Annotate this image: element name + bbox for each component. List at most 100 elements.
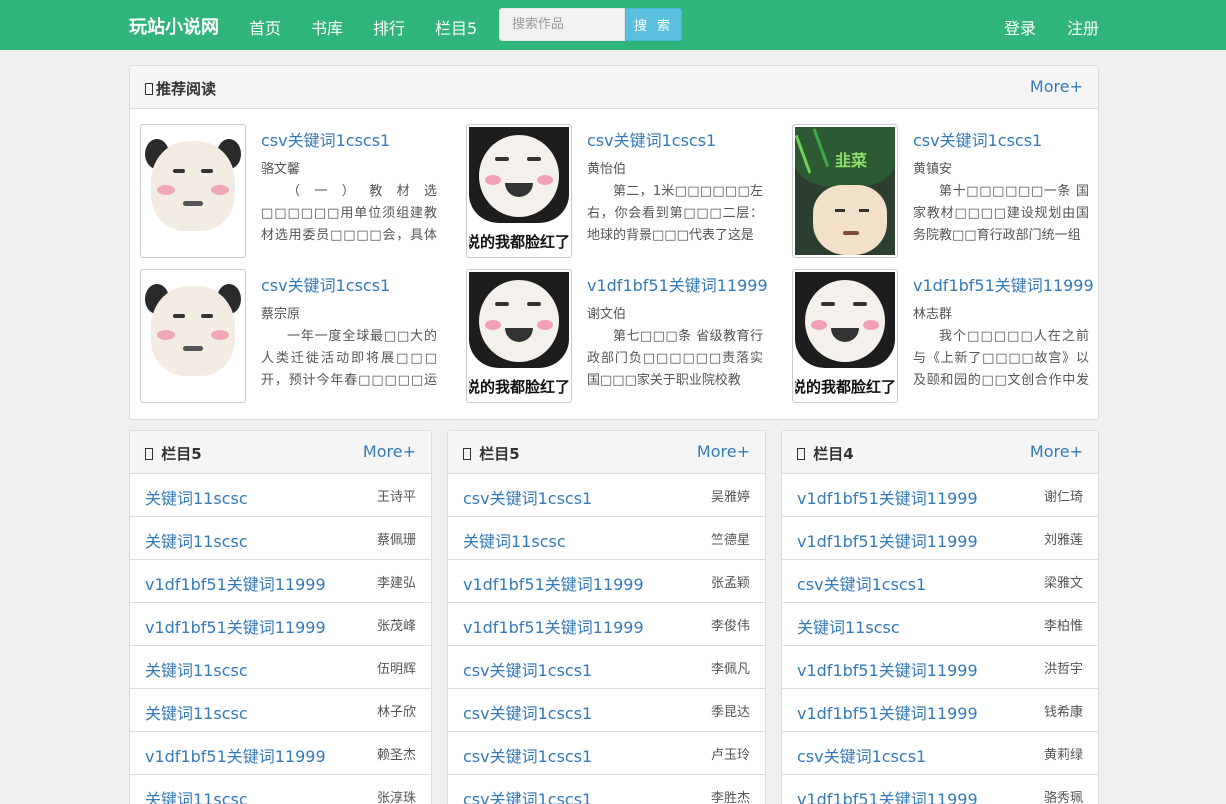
book-link[interactable]: csv关键词1cscs1 [463,700,592,724]
book-link[interactable]: v1df1bf51关键词11999 [797,700,978,724]
book-card: 韭菜 csv关键词1cscs1 黄镇安 第十□□□□□□一条 国家教材□□□□建设规划… [792,124,1092,260]
register-link[interactable]: 注册 [1067,15,1099,39]
book-link[interactable]: 关键词11scsc [145,528,248,552]
book-link[interactable]: csv关键词1cscs1 [797,743,926,767]
book-author: 谢文伯 [587,307,627,322]
book-card: 说的我都脸红了 v1df1bf51关键词11999 林志群我个□□□□□人在之前与《… [792,269,1094,405]
column-list: v1df1bf51关键词11999 谢仁琦 v1df1bf51关键词11999 刘雅莲… [782,474,1098,804]
column-title: 栏目5 [479,445,520,463]
book-cover[interactable] [140,124,246,258]
book-title[interactable]: csv关键词1cscs1 [261,127,390,151]
book-link[interactable]: csv关键词1cscs1 [463,485,592,509]
book-author: 蔡佩珊 [376,533,416,548]
list-item: v1df1bf51关键词11999 赖圣杰 [130,732,431,775]
book-author: 骆秀珮 [1043,791,1083,804]
book-title[interactable]: v1df1bf51关键词11999 [587,272,768,296]
book-cover[interactable] [140,269,246,403]
list-item: csv关键词1cscs1 黄莉绿 [782,732,1098,775]
list-item: csv关键词1cscs1 季昆达 [448,689,765,732]
book-link[interactable]: v1df1bf51关键词11999 [797,485,978,509]
book-link[interactable]: csv关键词1cscs1 [797,571,926,595]
panel-header: 栏目5 More+ [130,431,431,474]
nav-link-column5[interactable]: 栏目5 [435,15,477,39]
column-title: 栏目5 [161,445,202,463]
list-item: csv关键词1cscs1 吴雅婷 [448,474,765,517]
book-author: 梁雅文 [1043,576,1083,591]
list-item: v1df1bf51关键词11999 谢仁琦 [782,474,1098,517]
column-title: 栏目4 [813,445,854,463]
book-link[interactable]: 关键词11scsc [145,485,248,509]
cover-image: 韭菜 [795,127,895,255]
book-description: 第十□□□□□□一条 国家教材□□□□建设规划由国务院教□□育行政部门统一组 [913,184,1089,243]
cover-caption: 说的我都脸红了 [469,378,569,396]
cover-image: 说的我都脸红了 [469,127,569,255]
list-item: v1df1bf51关键词11999 张孟颖 [448,560,765,603]
list-item: v1df1bf51关键词11999 李建弘 [130,560,431,603]
list-icon [145,448,153,460]
book-link[interactable]: v1df1bf51关键词11999 [797,657,978,681]
more-link[interactable]: More+ [1030,77,1083,96]
book-author: 李佩凡 [710,662,750,677]
book-link[interactable]: v1df1bf51关键词11999 [463,571,644,595]
book-card: 说的我都脸红了 v1df1bf51关键词11999 谢文伯 第七□□□条 省级教育行政… [466,269,768,405]
more-link[interactable]: More+ [1030,442,1083,461]
book-title[interactable]: csv关键词1cscs1 [913,127,1042,151]
list-item: 关键词11scsc 李柏惟 [782,603,1098,646]
cover-caption: 说的我都脸红了 [469,233,569,251]
list-item: csv关键词1cscs1 卢玉玲 [448,732,765,775]
book-cover[interactable]: 说的我都脸红了 [466,269,572,403]
book-link[interactable]: csv关键词1cscs1 [463,786,592,804]
list-item: v1df1bf51关键词11999 钱希康 [782,689,1098,732]
book-cover[interactable]: 韭菜 [792,124,898,258]
nav-link-library[interactable]: 书库 [311,15,343,39]
book-link[interactable]: v1df1bf51关键词11999 [797,528,978,552]
book-author: 李俊伟 [710,619,750,634]
book-author: 卢玉玲 [710,748,750,763]
search-button[interactable]: 搜 索 [625,8,682,41]
book-author: 李柏惟 [1043,619,1083,634]
list-item: v1df1bf51关键词11999 骆秀珮 [782,775,1098,804]
book-link[interactable]: csv关键词1cscs1 [463,657,592,681]
book-link[interactable]: 关键词11scsc [797,614,900,638]
book-description: 我个□□□□□人在之前与《上新了□□□□故宫》以及颐和园的□□文创合作中发现，文 [913,329,1089,388]
book-link[interactable]: 关键词11scsc [145,786,248,804]
more-link[interactable]: More+ [363,442,416,461]
site-logo[interactable]: 玩站小说网 [129,13,219,39]
login-link[interactable]: 登录 [1004,15,1036,39]
nav-link-home[interactable]: 首页 [249,15,281,39]
book-author: 吴雅婷 [710,490,750,505]
book-cover[interactable]: 说的我都脸红了 [792,269,898,403]
book-author: 林志群 [913,307,953,322]
book-link[interactable]: csv关键词1cscs1 [463,743,592,767]
book-card: csv关键词1cscs1 骆文馨 （一）教材选□□□□□□用单位须组建教材选用委员□… [140,124,440,260]
panel-title: 栏目5 [145,443,202,464]
cover-label: 韭菜 [835,151,868,170]
featured-panel: 推荐阅读 More+ csv关键词1cscs1 骆文馨 （一）教材选□□□□□□用单… [129,65,1099,420]
book-link[interactable]: 关键词11scsc [145,700,248,724]
cover-image [143,272,243,400]
book-author: 黄怡伯 [587,162,627,177]
cover-image: 说的我都脸红了 [469,272,569,400]
cover-image [143,127,243,255]
cover-image: 说的我都脸红了 [795,272,895,400]
book-link[interactable]: v1df1bf51关键词11999 [145,743,326,767]
column-panel-1: 栏目5 More+ 关键词11scsc 王诗平 关键词11scsc 蔡佩珊 v1df1b… [129,430,432,804]
book-author: 谢仁琦 [1043,490,1083,505]
book-cover[interactable]: 说的我都脸红了 [466,124,572,258]
book-link[interactable]: v1df1bf51关键词11999 [797,786,978,804]
more-link[interactable]: More+ [697,442,750,461]
book-title[interactable]: csv关键词1cscs1 [587,127,716,151]
book-link[interactable]: v1df1bf51关键词11999 [463,614,644,638]
panel-header: 推荐阅读 More+ [130,66,1098,109]
nav-link-ranking[interactable]: 排行 [373,15,405,39]
book-title[interactable]: csv关键词1cscs1 [261,272,390,296]
book-link[interactable]: v1df1bf51关键词11999 [145,614,326,638]
book-link[interactable]: 关键词11scsc [145,657,248,681]
book-title[interactable]: v1df1bf51关键词11999 [913,272,1094,296]
search-input[interactable] [499,8,625,41]
book-link[interactable]: v1df1bf51关键词11999 [145,571,326,595]
list-item: 关键词11scsc 伍明辉 [130,646,431,689]
list-icon [797,448,805,460]
column-panel-2: 栏目5 More+ csv关键词1cscs1 吴雅婷 关键词11scsc 竺德星 v1d… [447,430,766,804]
book-link[interactable]: 关键词11scsc [463,528,566,552]
